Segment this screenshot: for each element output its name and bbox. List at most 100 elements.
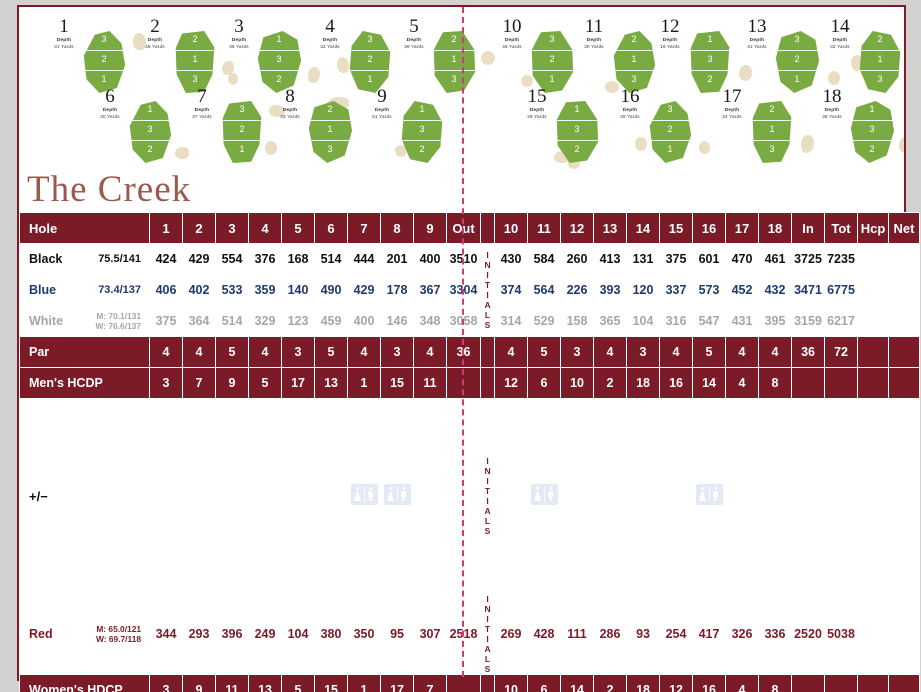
score-entry-cell[interactable] (281, 476, 316, 516)
score-entry-cell[interactable] (182, 476, 217, 516)
score-entry-cell[interactable] (758, 515, 793, 555)
score-entry-cell[interactable] (725, 437, 760, 477)
score-entry-cell[interactable] (494, 476, 529, 516)
score-entry-cell[interactable] (692, 554, 727, 594)
score-entry-cell[interactable] (314, 437, 349, 477)
score-entry-cell[interactable] (347, 398, 382, 438)
score-entry-cell[interactable] (149, 515, 184, 555)
score-hcp-cell[interactable] (857, 476, 890, 516)
score-entry-cell[interactable] (281, 554, 316, 594)
score-net-cell[interactable] (888, 437, 921, 477)
score-entry-cell[interactable] (494, 398, 529, 438)
score-entry-cell[interactable] (380, 515, 415, 555)
score-entry-cell[interactable] (758, 437, 793, 477)
score-entry-cell[interactable] (494, 554, 529, 594)
score-hcp-cell[interactable] (857, 437, 890, 477)
score-entry-cell[interactable] (725, 515, 760, 555)
score-entry-cell[interactable] (626, 476, 661, 516)
score-net-cell[interactable] (888, 398, 921, 438)
score-entry-cell[interactable] (626, 398, 661, 438)
score-entry-cell[interactable] (314, 398, 349, 438)
score-entry-cell[interactable] (758, 476, 793, 516)
score-entry-cell[interactable] (314, 515, 349, 555)
hcp-entry-cell[interactable] (857, 243, 890, 275)
score-entry-cell[interactable] (215, 437, 250, 477)
score-entry-cell[interactable] (248, 398, 283, 438)
score-entry-cell[interactable] (314, 476, 349, 516)
score-label-blank[interactable] (18, 398, 151, 438)
net-entry-cell[interactable] (888, 305, 921, 337)
score-entry-cell[interactable] (380, 476, 415, 516)
score-entry-cell[interactable] (281, 398, 316, 438)
score-entry-cell[interactable] (593, 554, 628, 594)
score-entry-cell[interactable] (758, 554, 793, 594)
score-net-cell[interactable] (888, 476, 921, 516)
score-entry-cell[interactable] (380, 398, 415, 438)
score-entry-cell[interactable] (380, 437, 415, 477)
score-entry-cell[interactable] (758, 398, 793, 438)
score-entry-cell[interactable] (593, 398, 628, 438)
score-hcp-cell[interactable] (857, 554, 890, 594)
score-entry-cell[interactable] (281, 437, 316, 477)
score-tot-cell[interactable] (824, 437, 859, 477)
score-in-cell[interactable] (791, 515, 826, 555)
score-entry-cell[interactable] (149, 437, 184, 477)
score-entry-cell[interactable] (692, 437, 727, 477)
score-entry-cell[interactable] (659, 437, 694, 477)
score-entry-cell[interactable] (248, 437, 283, 477)
score-entry-cell[interactable] (593, 515, 628, 555)
score-entry-cell[interactable] (560, 515, 595, 555)
net-entry-cell[interactable] (888, 243, 921, 275)
score-entry-cell[interactable] (494, 515, 529, 555)
score-entry-cell[interactable] (527, 515, 562, 555)
score-entry-cell[interactable] (527, 437, 562, 477)
score-entry-cell[interactable] (182, 515, 217, 555)
score-entry-cell[interactable] (281, 515, 316, 555)
score-entry-cell[interactable] (725, 554, 760, 594)
score-in-cell[interactable] (791, 437, 826, 477)
score-label-blank[interactable] (18, 554, 151, 594)
red-hcp-cell[interactable] (857, 593, 890, 675)
score-entry-cell[interactable] (413, 476, 448, 516)
score-entry-cell[interactable] (560, 554, 595, 594)
score-entry-cell[interactable] (215, 554, 250, 594)
score-entry-cell[interactable] (560, 476, 595, 516)
net-entry-cell[interactable] (888, 274, 921, 306)
score-entry-cell[interactable] (314, 554, 349, 594)
score-tot-cell[interactable] (824, 476, 859, 516)
score-entry-cell[interactable] (149, 398, 184, 438)
red-net-cell[interactable] (888, 593, 921, 675)
score-net-cell[interactable] (888, 554, 921, 594)
score-in-cell[interactable] (791, 554, 826, 594)
score-tot-cell[interactable] (824, 398, 859, 438)
score-entry-cell[interactable] (560, 398, 595, 438)
score-hcp-cell[interactable] (857, 515, 890, 555)
score-entry-cell[interactable] (560, 437, 595, 477)
score-entry-cell[interactable] (725, 476, 760, 516)
score-label-blank[interactable] (18, 437, 151, 477)
score-hcp-cell[interactable] (857, 398, 890, 438)
score-entry-cell[interactable] (347, 437, 382, 477)
hcp-entry-cell[interactable] (857, 305, 890, 337)
score-entry-cell[interactable] (659, 476, 694, 516)
score-entry-cell[interactable] (527, 476, 562, 516)
score-tot-cell[interactable] (824, 554, 859, 594)
score-entry-cell[interactable] (527, 398, 562, 438)
score-entry-cell[interactable] (380, 554, 415, 594)
score-entry-cell[interactable] (149, 554, 184, 594)
score-entry-cell[interactable] (413, 554, 448, 594)
score-entry-cell[interactable] (593, 476, 628, 516)
score-in-cell[interactable] (791, 476, 826, 516)
score-entry-cell[interactable] (413, 515, 448, 555)
score-label-blank[interactable] (18, 515, 151, 555)
hcp-entry-cell[interactable] (857, 274, 890, 306)
score-entry-cell[interactable] (725, 398, 760, 438)
score-entry-cell[interactable] (413, 437, 448, 477)
score-entry-cell[interactable] (182, 437, 217, 477)
score-entry-cell[interactable] (626, 554, 661, 594)
score-entry-cell[interactable] (182, 398, 217, 438)
score-entry-cell[interactable] (215, 476, 250, 516)
score-entry-cell[interactable] (692, 476, 727, 516)
score-entry-cell[interactable] (347, 515, 382, 555)
score-entry-cell[interactable] (149, 476, 184, 516)
